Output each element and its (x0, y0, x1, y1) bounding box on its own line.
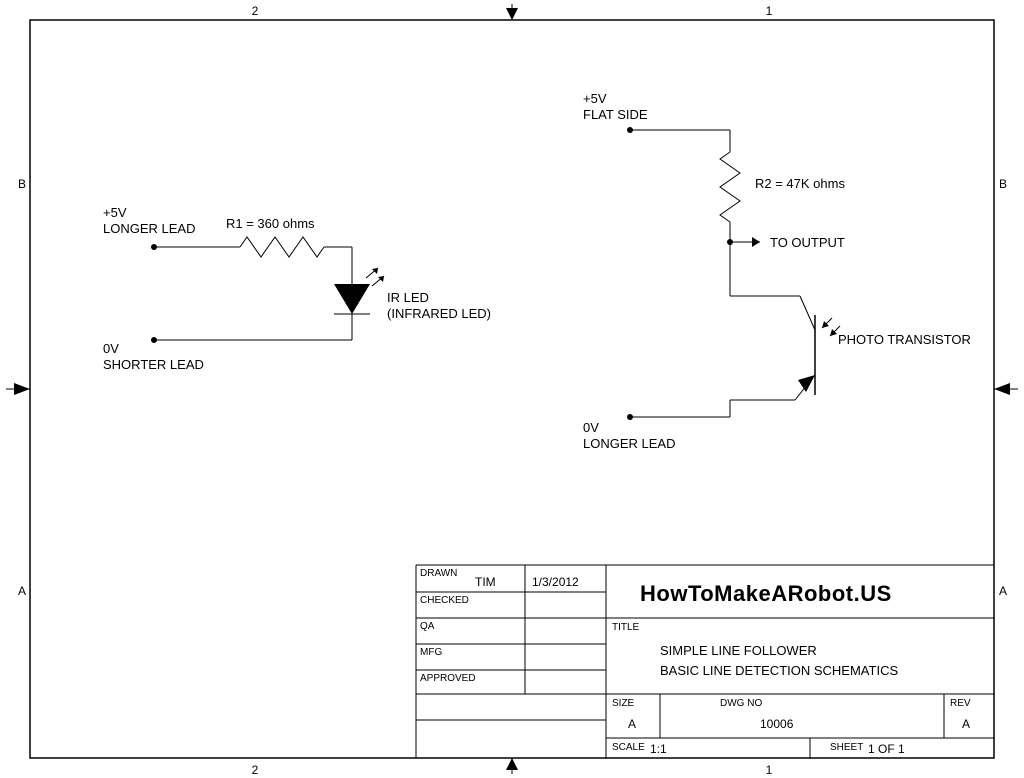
circuit-ir-led: +5V LONGER LEAD R1 = 360 ohms IR LED (IN… (103, 205, 491, 372)
drawing-border (30, 20, 994, 758)
tb-qa: QA (420, 621, 435, 632)
tb-title-lbl: TITLE (612, 622, 640, 633)
tb-rev: A (962, 717, 970, 731)
c2-plus5v: +5V (583, 91, 607, 106)
c2-flat-side: FLAT SIDE (583, 107, 648, 122)
arrow-top (506, 8, 518, 20)
tb-drawn-name: TIM (475, 575, 496, 589)
c1-r1-label: R1 = 360 ohms (226, 216, 315, 231)
tb-size-lbl: SIZE (612, 698, 635, 709)
zone-right-B: B (999, 177, 1007, 191)
c1-led-label2: (INFRARED LED) (387, 306, 491, 321)
tb-mfg: MFG (420, 647, 442, 658)
c1-0v: 0V (103, 341, 119, 356)
zone-top-2: 2 (252, 4, 259, 18)
c1-shorter-lead: SHORTER LEAD (103, 357, 204, 372)
c1-plus5v: +5V (103, 205, 127, 220)
arrow-output (752, 237, 760, 247)
tb-drawn-lbl: DRAWN (420, 568, 457, 579)
tb-approved: APPROVED (420, 673, 476, 684)
zone-left-A: A (18, 584, 26, 598)
zone-top-1: 1 (766, 4, 773, 18)
zone-right-A: A (999, 584, 1007, 598)
zone-left-B: B (18, 177, 26, 191)
resistor-r1 (240, 237, 324, 257)
tb-scale: 1:1 (650, 742, 667, 756)
circuit-phototransistor: +5V FLAT SIDE R2 = 47K ohms TO OUTPUT PH… (583, 91, 971, 451)
arrow-right (994, 383, 1010, 395)
c2-r2-label: R2 = 47K ohms (755, 176, 845, 191)
tb-site: HowToMakeARobot.US (640, 581, 892, 606)
tb-title-1: SIMPLE LINE FOLLOWER (660, 643, 817, 658)
c1-led-label1: IR LED (387, 290, 429, 305)
tb-rev-lbl: REV (950, 698, 971, 709)
tb-scale-lbl: SCALE (612, 742, 645, 753)
tb-dwg-lbl: DWG NO (720, 698, 762, 709)
tb-title-2: BASIC LINE DETECTION SCHEMATICS (660, 663, 898, 678)
tb-size: A (628, 717, 636, 731)
c2-output-label: TO OUTPUT (770, 235, 845, 250)
tb-sheet: 1 OF 1 (868, 742, 905, 756)
tb-sheet-lbl: SHEET (830, 742, 863, 753)
zone-bottom-2: 2 (252, 763, 259, 777)
tb-checked: CHECKED (420, 595, 469, 606)
c2-pt-label: PHOTO TRANSISTOR (838, 332, 971, 347)
arrow-bottom (506, 758, 518, 770)
arrow-left (14, 383, 30, 395)
tb-drawn-date: 1/3/2012 (532, 575, 579, 589)
resistor-r2 (720, 152, 740, 222)
schematic-sheet: 2 1 2 1 B A B A +5V LONGER LEAD R1 = 360… (0, 0, 1024, 778)
led-symbol (334, 284, 370, 314)
c2-0v: 0V (583, 420, 599, 435)
title-block: DRAWN TIM 1/3/2012 CHECKED QA MFG APPROV… (416, 565, 994, 758)
c1-longer-lead: LONGER LEAD (103, 221, 195, 236)
zone-bottom-1: 1 (766, 763, 773, 777)
tb-dwg: 10006 (760, 717, 794, 731)
c2-longer-lead: LONGER LEAD (583, 436, 675, 451)
transistor-emitter-arrow (798, 375, 815, 392)
